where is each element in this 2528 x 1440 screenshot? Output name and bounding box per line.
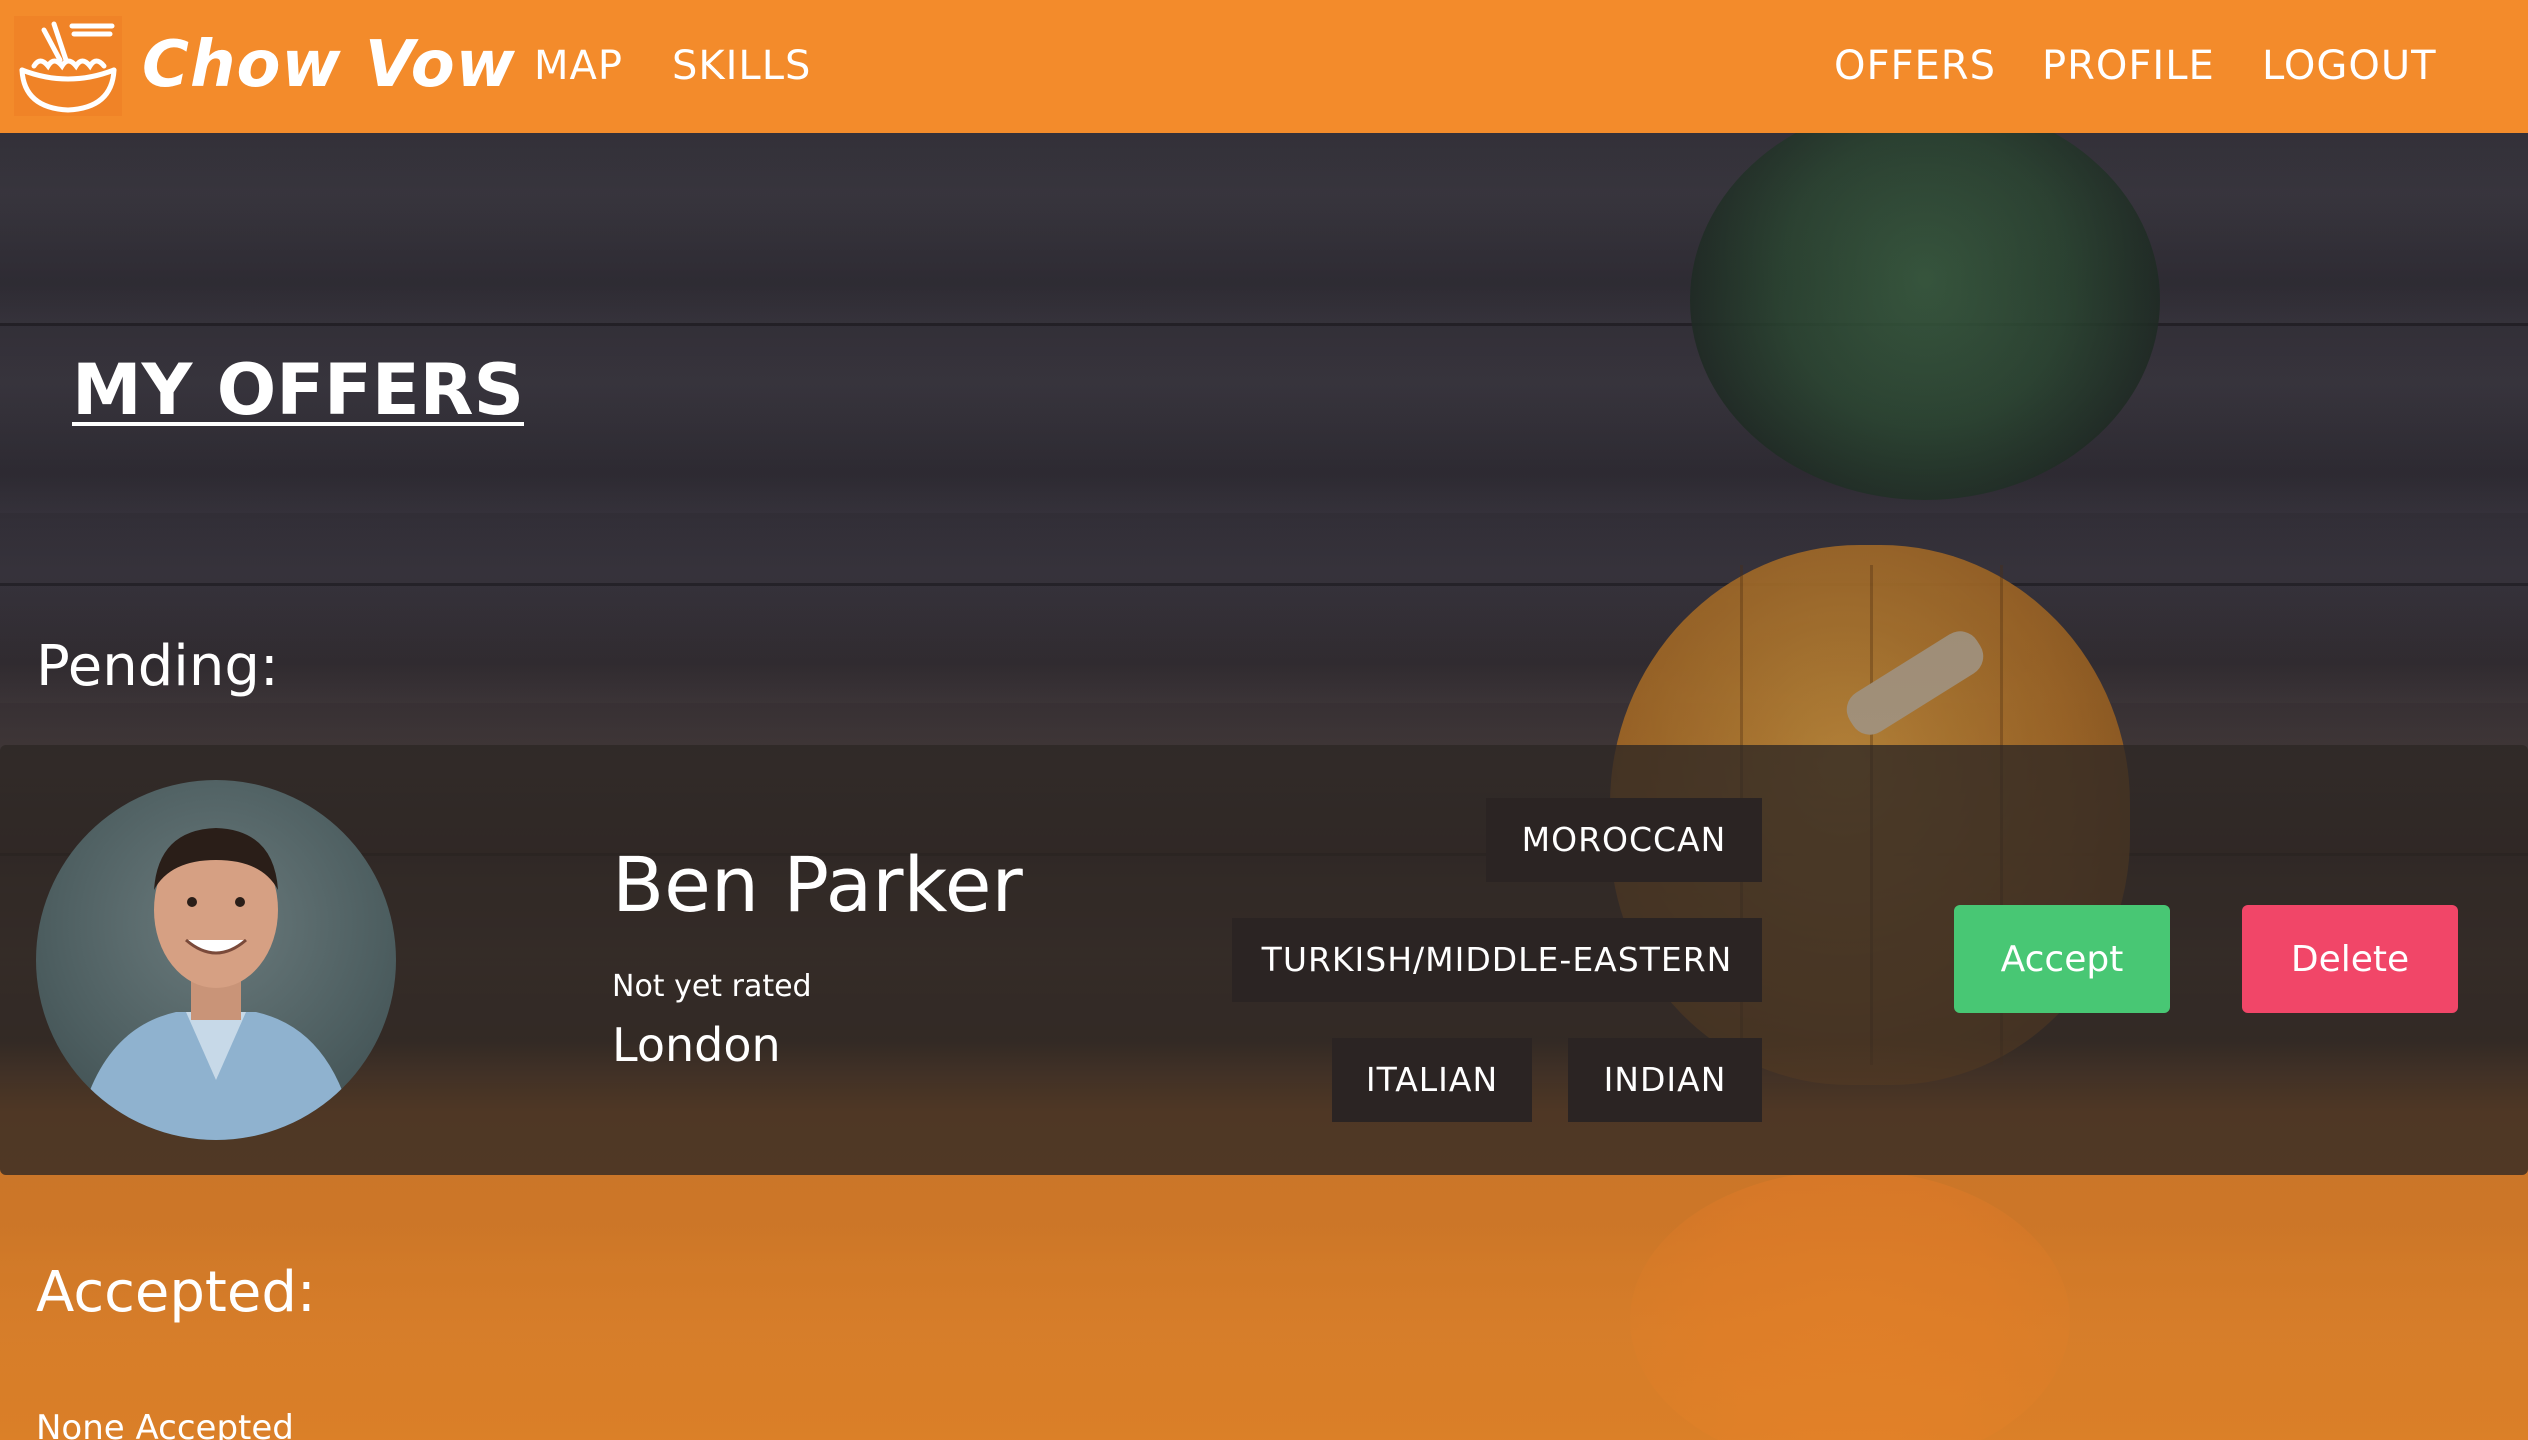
nav-link-skills[interactable]: SKILLS — [672, 40, 811, 92]
offer-rating: Not yet rated — [612, 969, 812, 1004]
nav-link-profile[interactable]: PROFILE — [2042, 40, 2215, 92]
nav-link-offers[interactable]: OFFERS — [1834, 40, 1996, 92]
brand-name[interactable]: Chow Vow — [142, 22, 516, 108]
pending-heading: Pending: — [36, 634, 279, 699]
avatar — [36, 780, 396, 1140]
cuisine-tag: ITALIAN — [1332, 1038, 1532, 1122]
page-title: MY OFFERS — [72, 349, 524, 431]
accepted-heading: Accepted: — [36, 1260, 316, 1325]
logo[interactable] — [14, 16, 122, 116]
cuisine-tag: INDIAN — [1568, 1038, 1762, 1122]
offer-user-name[interactable]: Ben Parker — [612, 837, 1023, 933]
navbar: Chow Vow MAP SKILLS OFFERS PROFILE LOGOU… — [0, 0, 2528, 133]
cuisine-tag: TURKISH/MIDDLE-EASTERN — [1232, 918, 1762, 1002]
person-photo — [76, 828, 356, 1140]
accept-button[interactable]: Accept — [1954, 905, 2170, 1013]
offer-card: Ben Parker Not yet rated London MOROCCAN… — [0, 745, 2528, 1175]
cuisine-tag: MOROCCAN — [1486, 798, 1762, 882]
accepted-empty-text: None Accepted — [36, 1408, 294, 1440]
nav-link-map[interactable]: MAP — [534, 40, 623, 92]
offer-location: London — [612, 1018, 781, 1072]
noodle-bowl-icon — [19, 21, 117, 113]
nav-link-logout[interactable]: LOGOUT — [2262, 40, 2437, 92]
delete-button[interactable]: Delete — [2242, 905, 2458, 1013]
